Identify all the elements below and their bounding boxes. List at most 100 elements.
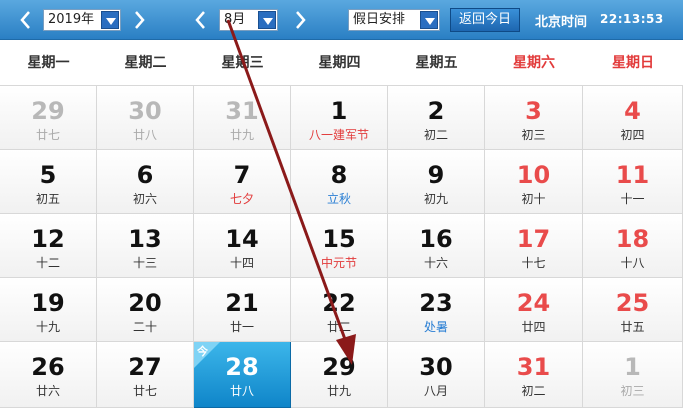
day-cell[interactable]: 6 初六 (97, 150, 194, 214)
lunar-date: 十二 (35, 256, 60, 270)
day-number: 13 (128, 225, 162, 253)
lunar-date: 廿七 (35, 128, 60, 142)
calendar-grid: 29 廿七 30 廿八 31 廿九 1 八一建军节 2 初二 3 初三 4 初四 5 初五 6 初六 7 七夕 8 立秋 9… (0, 86, 683, 408)
day-cell[interactable]: 19 十九 (0, 278, 97, 342)
lunar-date: 廿九 (326, 384, 351, 398)
lunar-date: 初三 (521, 128, 546, 142)
day-cell[interactable]: 16 十六 (388, 214, 485, 278)
lunar-date: 十一 (620, 192, 645, 206)
day-cell[interactable]: 8 立秋 (291, 150, 388, 214)
day-cell[interactable]: 30 八月 (388, 342, 485, 408)
next-year-arrow-icon[interactable] (133, 9, 147, 31)
day-cell[interactable]: 26 廿六 (0, 342, 97, 408)
weekday-tue: 星期二 (124, 55, 167, 71)
lunar-date: 二十 (132, 320, 157, 334)
day-cell[interactable]: 17 十七 (485, 214, 583, 278)
day-cell[interactable]: 10 初十 (485, 150, 583, 214)
beijing-time-label: 北京时间 (535, 15, 588, 30)
day-cell[interactable]: 3 初三 (485, 86, 583, 150)
day-cell[interactable]: 25 廿五 (583, 278, 683, 342)
day-cell[interactable]: 23 处暑 (388, 278, 485, 342)
day-cell[interactable]: 22 廿二 (291, 278, 388, 342)
lunar-date: 十九 (35, 320, 60, 334)
weekday-mon: 星期一 (27, 55, 70, 71)
day-number: 16 (419, 225, 453, 253)
day-cell[interactable]: 30 廿八 (97, 86, 194, 150)
day-number: 20 (128, 289, 162, 317)
weekday-sat: 星期六 (513, 55, 555, 71)
day-number: 12 (31, 225, 65, 253)
return-today-button[interactable]: 返回今日 (450, 8, 520, 32)
holiday-select[interactable]: 假日安排 (348, 9, 440, 31)
weekday-thu: 星期四 (318, 55, 361, 71)
lunar-date: 八月 (423, 384, 448, 398)
weekday-fri: 星期五 (415, 55, 458, 71)
day-number: 8 (330, 161, 348, 189)
day-number: 23 (419, 289, 453, 317)
weekday-wed: 星期三 (221, 55, 264, 71)
day-number: 25 (615, 289, 650, 317)
lunar-date: 初十 (521, 192, 546, 206)
day-number: 28 (225, 353, 259, 381)
day-number: 10 (516, 161, 551, 189)
day-cell[interactable]: 12 十二 (0, 214, 97, 278)
lunar-date: 初二 (521, 384, 546, 398)
day-number: 30 (419, 353, 453, 381)
chevron-down-icon (101, 11, 119, 29)
day-cell[interactable]: 29 廿九 (291, 342, 388, 408)
lunar-date: 初二 (423, 128, 448, 142)
day-number: 22 (322, 289, 356, 317)
year-select-value: 2019年 (48, 12, 95, 27)
lunar-date: 立秋 (326, 192, 351, 206)
day-number: 17 (516, 225, 551, 253)
day-cell[interactable]: 今 28 廿八 (194, 342, 291, 408)
year-select[interactable]: 2019年 (43, 9, 121, 31)
lunar-date: 廿七 (132, 384, 157, 398)
day-number: 7 (233, 161, 251, 189)
chevron-down-icon (258, 11, 276, 29)
day-cell[interactable]: 31 廿九 (194, 86, 291, 150)
day-number: 14 (225, 225, 259, 253)
day-cell[interactable]: 4 初四 (583, 86, 683, 150)
day-cell[interactable]: 9 初九 (388, 150, 485, 214)
day-number: 27 (128, 353, 162, 381)
chevron-down-icon (420, 11, 438, 29)
day-number: 1 (330, 97, 348, 125)
calendar-toolbar: 2019年 8月 假日安排 返回今日 北京时间 22:13:53 (0, 0, 683, 40)
day-cell[interactable]: 29 廿七 (0, 86, 97, 150)
day-number: 11 (615, 161, 650, 189)
lunar-date: 中元节 (320, 256, 357, 270)
lunar-date: 廿六 (35, 384, 60, 398)
next-month-arrow-icon[interactable] (294, 9, 308, 31)
lunar-date: 廿五 (620, 320, 645, 334)
day-number: 30 (128, 97, 162, 125)
lunar-date: 七夕 (229, 192, 254, 206)
month-select[interactable]: 8月 (219, 9, 278, 31)
day-number: 29 (31, 97, 65, 125)
day-cell[interactable]: 2 初二 (388, 86, 485, 150)
day-cell[interactable]: 13 十三 (97, 214, 194, 278)
day-cell[interactable]: 27 廿七 (97, 342, 194, 408)
prev-year-arrow-icon[interactable] (18, 9, 32, 31)
day-cell[interactable]: 1 初三 (583, 342, 683, 408)
day-number: 5 (39, 161, 57, 189)
day-number: 2 (427, 97, 445, 125)
day-cell[interactable]: 18 十八 (583, 214, 683, 278)
lunar-date: 初九 (423, 192, 448, 206)
lunar-date: 廿二 (326, 320, 351, 334)
day-number: 6 (136, 161, 154, 189)
day-cell[interactable]: 7 七夕 (194, 150, 291, 214)
day-cell[interactable]: 20 二十 (97, 278, 194, 342)
prev-month-arrow-icon[interactable] (193, 9, 207, 31)
day-cell[interactable]: 31 初二 (485, 342, 583, 408)
day-cell[interactable]: 24 廿四 (485, 278, 583, 342)
day-number: 31 (516, 353, 551, 381)
beijing-time-value: 22:13:53 (600, 12, 664, 26)
day-cell[interactable]: 11 十一 (583, 150, 683, 214)
day-cell[interactable]: 1 八一建军节 (291, 86, 388, 150)
lunar-date: 廿一 (229, 320, 254, 334)
day-cell[interactable]: 5 初五 (0, 150, 97, 214)
day-cell[interactable]: 14 十四 (194, 214, 291, 278)
day-cell[interactable]: 15 中元节 (291, 214, 388, 278)
day-cell[interactable]: 21 廿一 (194, 278, 291, 342)
